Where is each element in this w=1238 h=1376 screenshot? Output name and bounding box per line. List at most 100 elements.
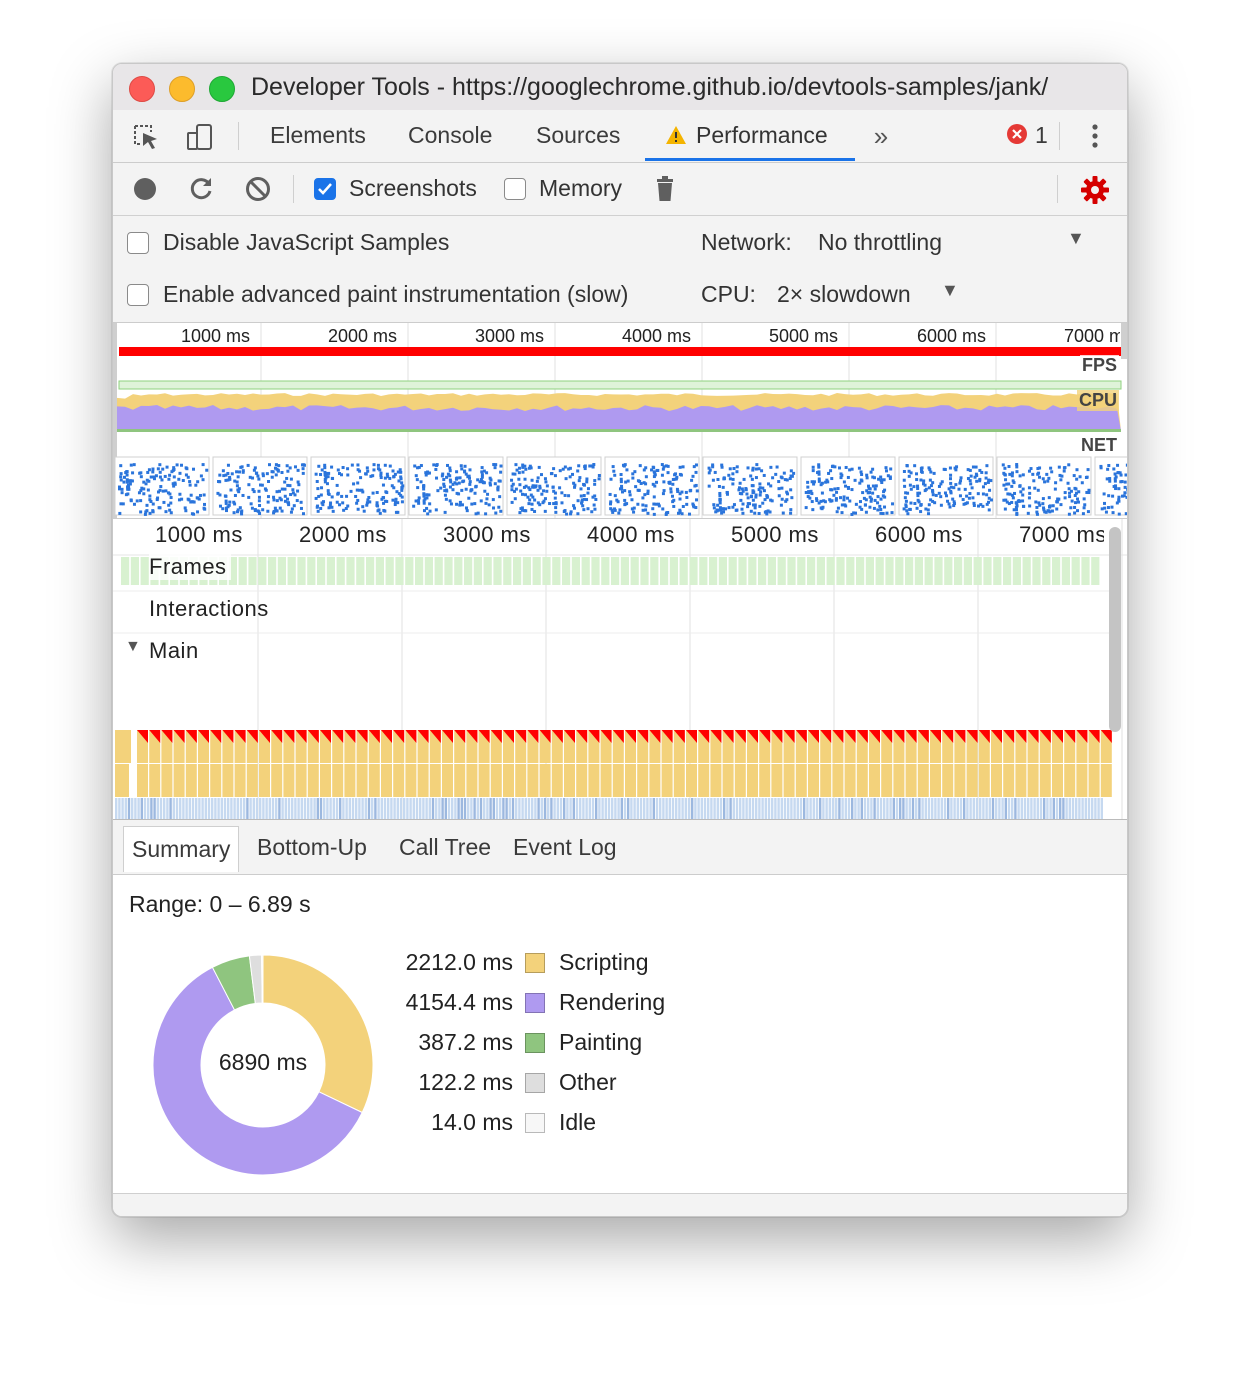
expand-triangle-icon[interactable]: ▼ [125, 638, 141, 656]
tab-elements[interactable]: Elements [270, 122, 366, 149]
screenshot-dot [924, 507, 928, 511]
layout-slice [873, 798, 876, 819]
trash-icon[interactable] [653, 175, 677, 203]
screenshot-dot [767, 482, 771, 486]
advanced-paint-label[interactable]: Enable advanced paint instrumentation (s… [163, 281, 628, 308]
tab-bottom-up[interactable]: Bottom-Up [257, 834, 367, 861]
memory-label[interactable]: Memory [539, 175, 622, 202]
screenshot-dot [848, 499, 852, 503]
screenshot-dot [883, 488, 887, 492]
layout-slice [988, 798, 991, 819]
frame-block [1022, 557, 1031, 585]
screenshot-dot [192, 467, 196, 471]
screenshot-dot [1047, 496, 1051, 500]
clear-icon[interactable] [244, 175, 272, 203]
flame-chart[interactable]: 1000 ms 2000 ms 3000 ms 4000 ms 5000 ms … [113, 519, 1127, 820]
screenshot-dot [839, 496, 843, 500]
screenshot-dot [448, 478, 452, 482]
screenshot-dot [167, 503, 171, 507]
screenshot-dot [1010, 474, 1014, 478]
screenshot-dot [292, 504, 296, 508]
screenshot-dot [267, 480, 271, 484]
screenshot-dot [865, 473, 869, 477]
cpu-dropdown-arrow-icon[interactable]: ▼ [941, 280, 959, 301]
layout-slice [889, 798, 892, 819]
error-count[interactable]: 1 [1035, 122, 1048, 149]
function-call-block [271, 764, 283, 797]
device-toolbar-icon[interactable] [183, 120, 217, 154]
inspect-element-icon[interactable] [129, 120, 163, 154]
vertical-scrollbar[interactable] [1109, 527, 1121, 732]
screenshot-dot [523, 477, 527, 481]
screenshot-dot [1080, 481, 1084, 485]
screenshot-dot [277, 464, 281, 468]
screenshot-dot [716, 503, 720, 507]
tab-event-log[interactable]: Event Log [513, 834, 617, 861]
reload-record-icon[interactable] [187, 175, 215, 203]
zoom-window-button[interactable] [209, 76, 235, 102]
screenshots-label[interactable]: Screenshots [349, 175, 477, 202]
screenshot-dot [1045, 472, 1049, 476]
advanced-paint-checkbox[interactable] [127, 284, 149, 306]
screenshot-dot [484, 512, 488, 516]
chevron-double-right-icon[interactable]: » [867, 121, 895, 151]
screenshot-dot [944, 494, 948, 498]
interactions-track-label[interactable]: Interactions [149, 596, 269, 622]
layout-slice [825, 798, 828, 819]
main-track-label[interactable]: Main [149, 638, 199, 664]
disable-js-samples-label[interactable]: Disable JavaScript Samples [163, 229, 449, 256]
screenshot-dot [762, 473, 766, 477]
screenshot-dot [1037, 475, 1041, 479]
layout-slice [239, 798, 243, 819]
screenshot-dot [836, 506, 840, 510]
screenshot-dot [142, 492, 146, 496]
screenshot-dot [256, 509, 260, 513]
function-call-block [295, 764, 307, 797]
screenshot-dot [378, 511, 382, 515]
screenshot-dot [201, 478, 205, 482]
layout-slice [227, 798, 230, 819]
cpu-throttling-select[interactable]: 2× slowdown [777, 281, 911, 308]
tab-console[interactable]: Console [408, 122, 492, 149]
layout-slice [761, 798, 764, 819]
layout-slice [502, 798, 505, 819]
screenshot-dot [1021, 493, 1025, 497]
tab-summary[interactable]: Summary [123, 826, 240, 872]
layout-slice [998, 798, 1001, 819]
screenshot-dot [1112, 467, 1116, 471]
screenshot-dot [440, 474, 444, 478]
network-dropdown-arrow-icon[interactable]: ▼ [1067, 228, 1085, 249]
tab-sources[interactable]: Sources [536, 122, 620, 149]
capture-settings-gear-icon[interactable] [1079, 174, 1111, 206]
timeline-tick-label: 5000 ms [731, 522, 819, 547]
screenshot-dot [985, 493, 989, 497]
tab-performance[interactable]: Performance [696, 122, 828, 149]
screenshot-dot [927, 512, 931, 516]
minimize-window-button[interactable] [169, 76, 195, 102]
screenshot-dot [735, 465, 739, 469]
disable-js-samples-checkbox[interactable] [127, 232, 149, 254]
screenshot-dot [947, 502, 951, 506]
screenshots-checkbox[interactable] [314, 178, 336, 200]
layout-slice [153, 798, 156, 819]
record-icon[interactable] [132, 176, 158, 202]
screenshot-dot [681, 465, 685, 469]
more-options-icon[interactable] [1081, 120, 1109, 152]
layout-slice [1087, 798, 1091, 819]
screenshot-dot [871, 491, 875, 495]
close-window-button[interactable] [129, 76, 155, 102]
tab-call-tree[interactable]: Call Tree [399, 834, 491, 861]
layout-slice [918, 798, 921, 819]
timeline-overview[interactable]: 1000 ms 2000 ms 3000 ms 4000 ms 5000 ms … [113, 323, 1127, 519]
screenshot-dot [1073, 486, 1077, 490]
function-call-block [137, 764, 148, 797]
screenshot-dot [753, 506, 757, 510]
layout-slice [892, 798, 895, 819]
error-icon[interactable] [1006, 123, 1028, 150]
memory-checkbox[interactable] [504, 178, 526, 200]
frame-block [699, 557, 708, 585]
network-throttling-select[interactable]: No throttling [818, 229, 942, 256]
frames-track-label[interactable]: Frames [149, 554, 231, 580]
screenshot-dot [483, 489, 487, 493]
screenshot-dot [593, 482, 597, 486]
